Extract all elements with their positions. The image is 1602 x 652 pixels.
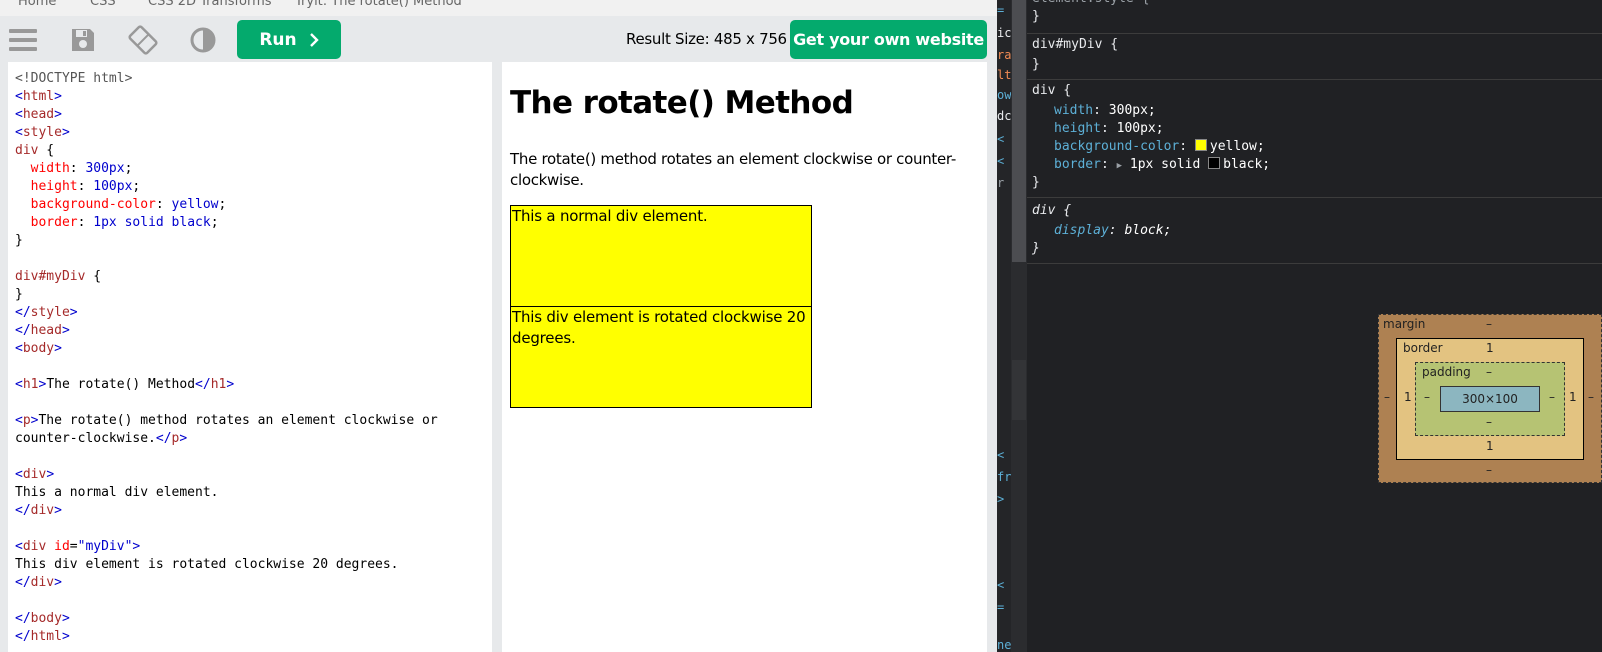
devtools-panel: = ic ra lt ow dc < < r < fr > < = ne ele… <box>997 0 1602 652</box>
dom-fragment: ic <box>997 26 1011 40</box>
border-left-value: 1 <box>1404 390 1412 404</box>
contrast-icon[interactable] <box>186 23 220 57</box>
dom-fragment: = <box>997 3 1005 17</box>
box-model-diagram: margin – – – – border 1 1 1 1 padding – … <box>1378 314 1602 483</box>
padding-right-value: – <box>1549 390 1555 404</box>
expand-triangle-icon[interactable]: ▶ <box>1117 161 1122 171</box>
margin-label: margin <box>1383 317 1426 331</box>
dom-fragment: > <box>997 492 1005 506</box>
dom-fragment: lt <box>997 68 1011 82</box>
rotated-div: This div element is rotated clockwise 20… <box>510 306 812 408</box>
border-label: border <box>1403 341 1443 355</box>
run-button-label: Run <box>259 29 297 50</box>
rule-close-brace: } <box>1032 175 1040 190</box>
dom-fragment: < <box>997 154 1005 168</box>
div-rule[interactable]: div { width: 300px; height: 100px; backg… <box>1027 80 1602 198</box>
dom-fragment: dc <box>997 109 1011 123</box>
normal-div: This a normal div element. <box>510 205 812 307</box>
dom-fragment: ow <box>997 88 1011 102</box>
result-frame: The rotate() Method The rotate() method … <box>502 62 987 652</box>
border-right-value: 1 <box>1569 390 1577 404</box>
css-declaration-background-color[interactable]: background-color: yellow; <box>1054 138 1265 156</box>
dom-fragment: ra <box>997 48 1011 62</box>
result-paragraph: The rotate() method rotates an element c… <box>510 150 956 189</box>
rotate-layout-icon[interactable] <box>126 23 160 57</box>
box-model-content[interactable]: 300×100 <box>1440 386 1540 412</box>
property-value: 100px; <box>1116 121 1164 136</box>
get-own-website-button[interactable]: Get your own website <box>790 20 987 59</box>
padding-left-value: – <box>1424 390 1430 404</box>
css-declaration-display: display: block; <box>1054 223 1172 238</box>
rule-close-brace: } <box>1032 241 1040 256</box>
element-style-rule[interactable]: element.style { } <box>1027 0 1602 34</box>
breadcrumb: Home CSS CSS 2D Transforms Tryit: The ro… <box>0 0 997 16</box>
dom-fragment: = <box>997 600 1005 614</box>
toolbar: Run Result Size: 485 x 756 Get your own … <box>0 16 997 62</box>
mydiv-selector: div#myDiv { <box>1032 37 1119 52</box>
property-name: display <box>1054 223 1109 238</box>
property-value: 300px; <box>1108 103 1156 118</box>
breadcrumb-css[interactable]: CSS <box>90 0 116 9</box>
dom-tree-edge: = ic ra lt ow dc < < r < fr > < = ne <box>997 0 1011 652</box>
color-swatch-yellow[interactable] <box>1194 139 1207 151</box>
dom-fragment: r <box>997 176 1005 190</box>
property-value: black; <box>1223 157 1271 172</box>
result-heading: The rotate() Method <box>510 85 854 121</box>
breadcrumb-home[interactable]: Home <box>18 0 56 9</box>
dom-fragment: < <box>997 578 1005 592</box>
ua-div-selector: div { <box>1032 203 1072 218</box>
margin-bottom-value: – <box>1486 463 1492 477</box>
code-editor[interactable]: <!DOCTYPE html> <html> <head> <style> di… <box>8 62 492 652</box>
dom-fragment: ne <box>997 638 1011 652</box>
result-border <box>987 62 997 652</box>
save-icon[interactable] <box>66 23 100 57</box>
dom-fragment: < <box>997 132 1005 146</box>
padding-top-value: – <box>1486 365 1492 379</box>
mydiv-rule[interactable]: div#myDiv { } <box>1027 34 1602 80</box>
padding-label: padding <box>1422 365 1471 379</box>
tryit-editor: Home CSS CSS 2D Transforms Tryit: The ro… <box>0 0 997 652</box>
css-declaration-border[interactable]: border: ▶ 1px solid black; <box>1054 156 1270 175</box>
hamburger-menu-icon[interactable] <box>6 23 40 57</box>
chevron-right-icon <box>309 32 319 47</box>
border-bottom-value: 1 <box>1486 439 1494 453</box>
padding-bottom-value: – <box>1486 415 1492 429</box>
color-swatch-black[interactable] <box>1208 157 1221 169</box>
dom-fragment: fr <box>997 470 1011 484</box>
div-selector: div { <box>1032 83 1072 98</box>
property-name: background-color <box>1054 139 1180 154</box>
run-button[interactable]: Run <box>237 20 341 59</box>
user-agent-div-rule[interactable]: div { display: block; } <box>1027 198 1602 264</box>
border-top-value: 1 <box>1486 341 1494 355</box>
scrollbar-track-highlight <box>1012 360 1026 420</box>
property-name: width <box>1054 103 1094 118</box>
property-value: block; <box>1124 223 1172 238</box>
dom-fragment: < <box>997 448 1005 462</box>
scrollbar-thumb[interactable] <box>1012 0 1026 262</box>
styles-pane: element.style { } div#myDiv { } div { wi… <box>1027 0 1602 652</box>
property-name: border <box>1054 157 1101 172</box>
devtools-scrollbar[interactable] <box>1011 0 1027 652</box>
rule-close-brace: } <box>1032 57 1040 72</box>
margin-left-value: – <box>1384 390 1390 404</box>
result-size-label: Result Size: 485 x 756 <box>626 30 787 48</box>
pane-splitter[interactable] <box>492 62 502 652</box>
code-text[interactable]: <!DOCTYPE html> <html> <head> <style> di… <box>15 70 438 646</box>
rule-close-brace: } <box>1032 9 1040 24</box>
property-name: height <box>1054 121 1101 136</box>
css-declaration-height[interactable]: height: 100px; <box>1054 120 1164 138</box>
property-value: 1px solid <box>1129 157 1201 172</box>
margin-top-value: – <box>1486 317 1492 331</box>
margin-right-value: – <box>1588 390 1594 404</box>
element-style-selector: element.style { <box>1032 0 1149 8</box>
css-declaration-width[interactable]: width: 300px; <box>1054 102 1156 120</box>
breadcrumb-current: Tryit: The rotate() Method <box>295 0 462 9</box>
breadcrumb-css-2d-transforms[interactable]: CSS 2D Transforms <box>148 0 272 9</box>
content-size-value: 300×100 <box>1462 392 1518 406</box>
property-value: yellow; <box>1209 139 1265 154</box>
